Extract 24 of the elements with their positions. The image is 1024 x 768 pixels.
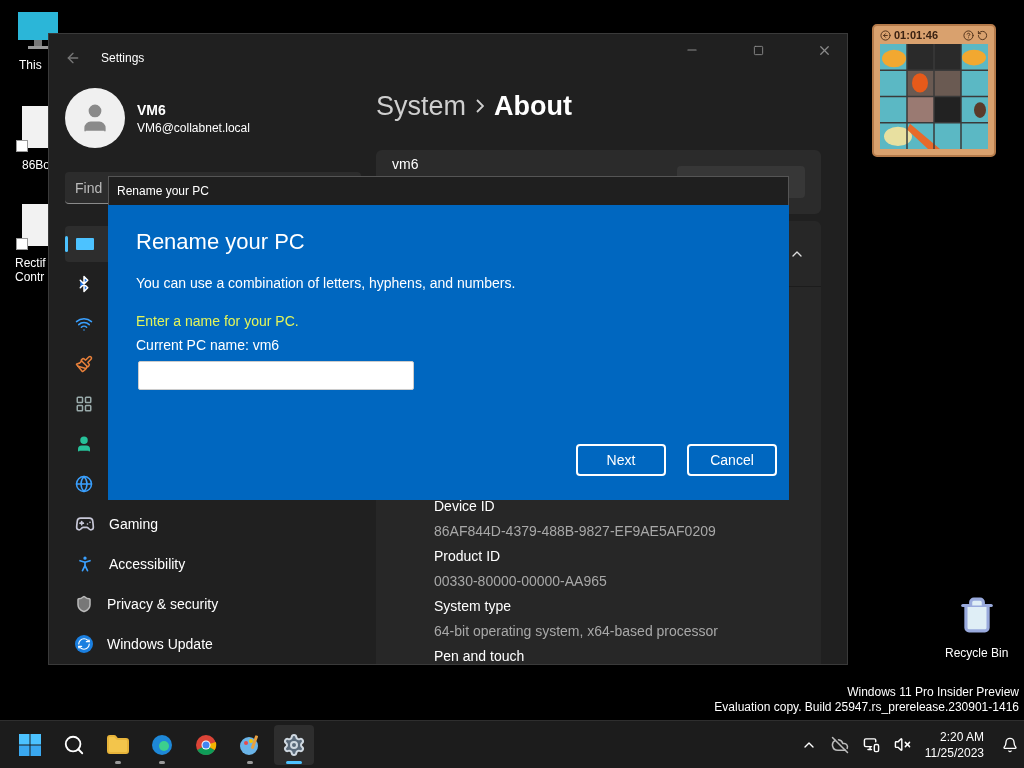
desktop-icon-label: This bbox=[19, 58, 42, 72]
name-prompt: Enter a name for your PC. bbox=[136, 313, 299, 329]
user-email: VM6@collabnet.local bbox=[137, 120, 250, 135]
spec-value: 86AF844D-4379-488B-9827-EF9AE5AF0209 bbox=[434, 522, 717, 541]
timer: 01:01:46 bbox=[894, 29, 939, 41]
spec-label: System type bbox=[434, 597, 513, 616]
spec-value: 00330-80000-00000-AA965 bbox=[434, 572, 608, 591]
device-name: vm6 bbox=[392, 156, 419, 172]
spec-value: 64-bit operating system, x64-based processor bbox=[434, 622, 720, 641]
dialog-heading: Rename your PC bbox=[136, 229, 305, 255]
desktop-icon-label: Contr bbox=[15, 270, 46, 284]
dialog-description: You can use a combination of letters, hyphens, and numbers. bbox=[136, 275, 516, 291]
page-title: About bbox=[494, 90, 572, 122]
desktop-icon-label: Recycle Bin bbox=[945, 646, 1009, 660]
window-title: Settings bbox=[101, 51, 145, 65]
desktop-icon-label: Rectif bbox=[15, 256, 46, 270]
spec-label: Device ID bbox=[434, 497, 496, 516]
spec-label: Pen and touch bbox=[434, 647, 526, 664]
evaluation-notice: Evaluation copy. Build 25947.rs_prerelease.230901-1416 bbox=[714, 700, 1019, 715]
user-name: VM6 bbox=[137, 101, 167, 118]
spec-label: Product ID bbox=[434, 547, 502, 566]
current-name: Current PC name: vm6 bbox=[136, 337, 280, 353]
evaluation-notice: Windows 11 Pro Insider Preview bbox=[847, 685, 1019, 700]
dialog-title: Rename your PC bbox=[117, 184, 210, 198]
